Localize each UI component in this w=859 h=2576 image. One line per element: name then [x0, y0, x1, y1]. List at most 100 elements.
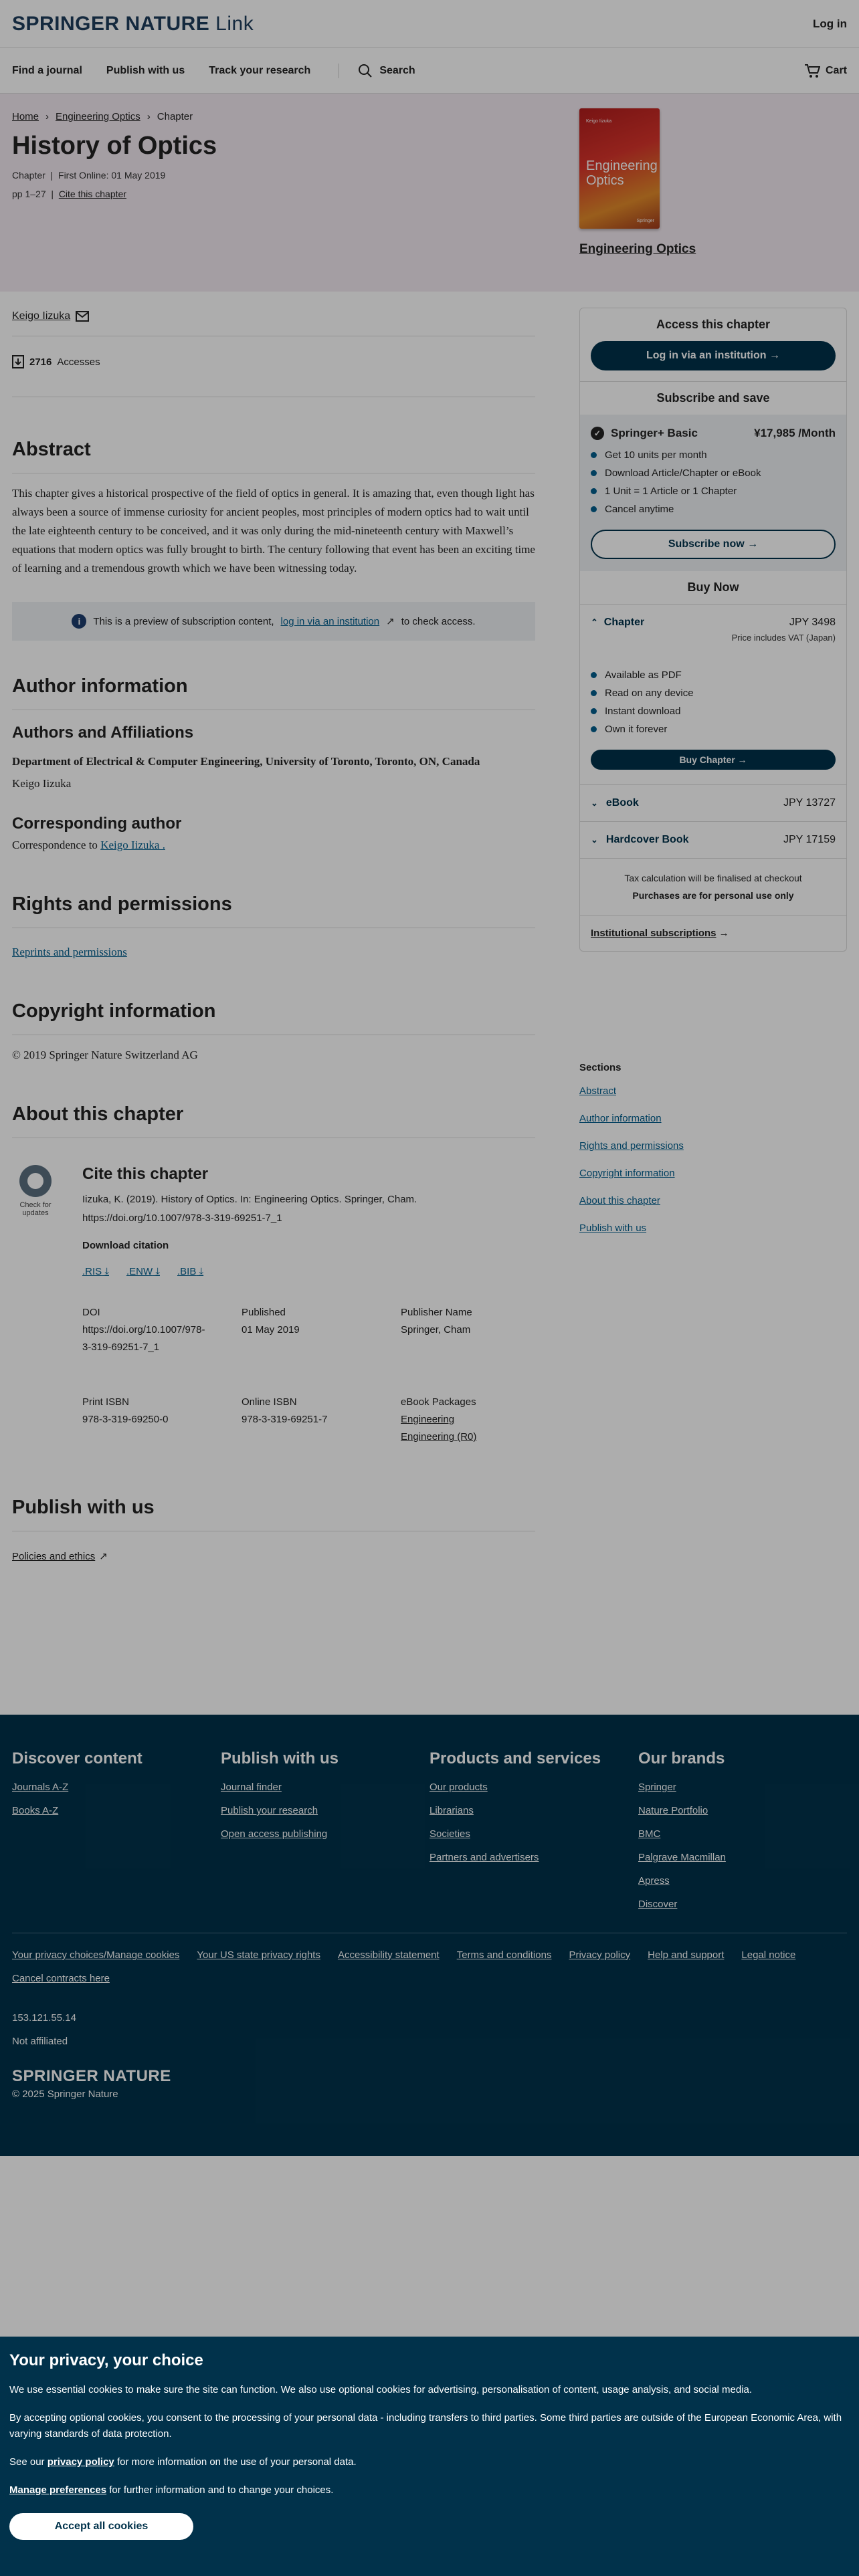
footer-link[interactable]: Palgrave Macmillan	[638, 1852, 847, 1863]
section-link-abstract[interactable]: Abstract	[579, 1085, 616, 1097]
footer-link[interactable]: BMC	[638, 1828, 847, 1840]
search-icon	[359, 64, 373, 78]
footer-link[interactable]: Nature Portfolio	[638, 1805, 847, 1816]
legal-link[interactable]: Your privacy choices/Manage cookies	[12, 1949, 179, 1961]
cookie-text-preferences: Manage preferences for further informati…	[9, 2484, 334, 2496]
footer-link[interactable]: Librarians	[430, 1805, 638, 1816]
check-for-updates-badge[interactable]: Check for updates	[12, 1165, 59, 1217]
accesses-label: Accesses	[57, 356, 100, 368]
buy-chapter-button[interactable]: Buy Chapter →	[591, 750, 836, 770]
cart-button[interactable]: Cart	[804, 64, 847, 78]
footer-link[interactable]: Springer	[638, 1782, 847, 1793]
footer-link[interactable]: Books A-Z	[12, 1805, 221, 1816]
abstract-text: This chapter gives a historical prospect…	[12, 487, 535, 574]
subscribe-heading: Subscribe and save	[580, 381, 846, 415]
footer-column: Publish with us Journal finder Publish y…	[221, 1749, 430, 1910]
publisher-value: Springer, Cham	[401, 1324, 471, 1335]
info-icon: i	[72, 614, 87, 629]
book-title-link[interactable]: Engineering Optics	[579, 242, 696, 257]
chapter-pages-row: pp 1–27 | Cite this chapter	[12, 189, 126, 199]
legal-link[interactable]: Accessibility statement	[338, 1949, 440, 1961]
chevron-down-icon: ⌄	[591, 798, 598, 808]
tax-note-box: Tax calculation will be finalised at che…	[580, 858, 846, 915]
find-journal-link[interactable]: Find a journal	[12, 65, 82, 77]
section-link-author-information[interactable]: Author information	[579, 1113, 662, 1124]
book-cover[interactable]: Keigo Iizuka Engineering Optics Springer	[579, 108, 660, 229]
footer-link[interactable]: Open access publishing	[221, 1828, 430, 1840]
access-heading: Access this chapter	[656, 318, 771, 331]
footer-link[interactable]: Journal finder	[221, 1782, 430, 1793]
legal-link[interactable]: Legal notice	[741, 1949, 795, 1961]
affiliation-status: Not affiliated	[12, 2036, 68, 2047]
chapter-type: Chapter	[12, 170, 45, 181]
correspondence-author-link[interactable]: Keigo Iizuka .	[100, 839, 165, 851]
legal-link[interactable]: Terms and conditions	[457, 1949, 552, 1961]
subscribe-button[interactable]: Subscribe now →	[591, 530, 836, 559]
print-isbn-value: 978-3-319-69250-0	[82, 1414, 169, 1425]
preview-suffix: to check access.	[401, 615, 476, 627]
ebook-package-link[interactable]: Engineering (R0)	[401, 1431, 476, 1442]
hardcover-price: JPY 17159	[783, 834, 836, 845]
ebook-packages-label: eBook Packages	[401, 1396, 476, 1408]
footer-link[interactable]: Apress	[638, 1875, 847, 1887]
hardcover-option[interactable]: ⌄ Hardcover Book JPY 17159	[580, 821, 846, 858]
chapter-option[interactable]: ⌃ Chapter JPY 3498 Price includes VAT (Ja…	[580, 604, 846, 784]
ebook-option[interactable]: ⌄ eBook JPY 13727	[580, 784, 846, 821]
external-link-icon: ↗	[386, 616, 395, 627]
login-link[interactable]: Log in	[813, 17, 847, 31]
citation-text: Iizuka, K. (2019). History of Optics. In…	[82, 1194, 417, 1224]
reprints-link[interactable]: Reprints and permissions	[12, 946, 127, 958]
download-ris[interactable]: .RIS ⤓	[82, 1266, 109, 1277]
download-enw[interactable]: .ENW ⤓	[126, 1266, 160, 1277]
footer-link[interactable]: Partners and advertisers	[430, 1852, 638, 1863]
privacy-policy-link[interactable]: privacy policy	[47, 2456, 114, 2468]
cover-author: Keigo Iizuka	[586, 119, 612, 124]
author-information-heading: Author information	[12, 661, 535, 710]
download-bib[interactable]: .BIB ⤓	[177, 1266, 203, 1277]
footer-link[interactable]: Journals A-Z	[12, 1782, 221, 1793]
footer-link[interactable]: Our products	[430, 1782, 638, 1793]
abstract-heading: Abstract	[12, 424, 535, 473]
section-link-about[interactable]: About this chapter	[579, 1195, 660, 1206]
legal-link[interactable]: Cancel contracts here	[12, 1973, 110, 1984]
section-link-rights[interactable]: Rights and permissions	[579, 1140, 684, 1152]
chapter-pages: pp 1–27	[12, 189, 46, 199]
cookie-heading: Your privacy, your choice	[9, 2351, 203, 2369]
legal-link[interactable]: Help and support	[648, 1949, 724, 1961]
plan-price: ¥17,985 /Month	[754, 427, 836, 439]
springer-link-logo[interactable]: SPRINGER NATURE Link	[12, 13, 254, 35]
footer-column: Our brands Springer Nature Portfolio BMC…	[638, 1749, 847, 1910]
footer-link[interactable]: Societies	[430, 1828, 638, 1840]
accept-all-cookies-button[interactable]: Accept all cookies	[9, 2513, 193, 2540]
section-link-copyright[interactable]: Copyright information	[579, 1168, 675, 1179]
publish-link[interactable]: Publish with us	[106, 65, 185, 77]
list-item: Instant download	[591, 706, 836, 717]
author-link[interactable]: Keigo Iizuka	[12, 310, 70, 322]
manage-preferences-link[interactable]: Manage preferences	[9, 2484, 106, 2496]
cover-publisher: Springer	[636, 219, 654, 223]
online-isbn-label: Online ISBN	[242, 1396, 297, 1408]
cite-this-chapter-link[interactable]: Cite this chapter	[59, 189, 126, 199]
policies-link[interactable]: Policies and ethics	[12, 1551, 95, 1562]
list-item: Own it forever	[591, 724, 836, 735]
institutional-subscriptions-link[interactable]: Institutional subscriptions →	[580, 915, 846, 951]
mail-icon[interactable]	[76, 311, 90, 322]
list-item: Get 10 units per month	[591, 449, 836, 461]
legal-link[interactable]: Your US state privacy rights	[197, 1949, 320, 1961]
footer-legal-links: Your privacy choices/Manage cookies Your…	[12, 1933, 847, 1984]
affiliation-department: Department of Electrical & Computer Engi…	[12, 755, 480, 768]
ebook-price: JPY 13727	[783, 797, 836, 809]
institution-login-button[interactable]: Log in via an institution →	[591, 341, 836, 370]
institution-login-link[interactable]: log in via an institution	[281, 616, 380, 627]
springer-plus-box: ✓ Springer+ Basic ¥17,985 /Month Get 10 u…	[580, 415, 846, 571]
track-research-link[interactable]: Track your research	[209, 65, 310, 77]
ebook-package-link[interactable]: Engineering	[401, 1414, 454, 1425]
footer-link[interactable]: Publish your research	[221, 1805, 430, 1816]
section-link-publish[interactable]: Publish with us	[579, 1222, 646, 1234]
search-button[interactable]: Search	[339, 63, 415, 78]
breadcrumb-book[interactable]: Engineering Optics	[56, 111, 140, 122]
breadcrumb-home[interactable]: Home	[12, 111, 39, 122]
chapter-features: Available as PDF Read on any device Inst…	[591, 669, 836, 735]
legal-link[interactable]: Privacy policy	[569, 1949, 630, 1961]
footer-link[interactable]: Discover	[638, 1899, 847, 1910]
